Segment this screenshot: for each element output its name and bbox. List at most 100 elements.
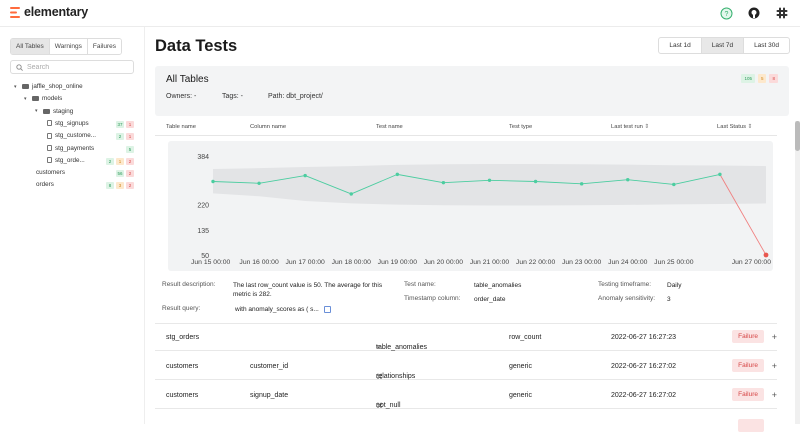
tree-item-badges: 37 1 — [116, 120, 134, 128]
x-tick-label: Jun 16 00:00 — [239, 259, 279, 266]
tab-all-tables[interactable]: All Tables — [11, 39, 50, 54]
brand-logo[interactable]: elementary — [10, 5, 88, 19]
sort-icon[interactable]: ⇕ — [645, 124, 650, 130]
expand-icon[interactable]: + — [772, 390, 777, 400]
col-table-name[interactable]: Table name — [166, 124, 196, 130]
x-tick-label: Jun 23 00:00 — [562, 259, 602, 266]
tree-item-badges: 21 — [116, 133, 134, 141]
anomaly-chart-svg: 50135220384Jun 15 00:00 Jun 16 00:00 Jun 1… — [191, 154, 771, 266]
col-test-type[interactable]: Test type — [509, 124, 532, 130]
copy-icon[interactable] — [323, 305, 331, 313]
col-column-name[interactable]: Column name — [250, 124, 286, 130]
sort-icon[interactable]: ⇕ — [748, 124, 753, 130]
cell-table-name: customers — [166, 363, 199, 370]
brand-name: elementary — [24, 5, 89, 19]
test-name-value: table_anomalies — [474, 282, 522, 289]
table-icon — [47, 132, 52, 139]
cell-test-type: generic — [509, 392, 532, 399]
sensitivity-label: Anomaly sensitivity: — [598, 295, 656, 302]
count-badge: 2 — [116, 133, 124, 141]
tree-item[interactable]: ▾ jaffle_shop_online — [0, 83, 145, 92]
chevron-down-icon[interactable]: ▾ — [24, 96, 29, 102]
count-badge: 5 — [126, 145, 134, 153]
table-row[interactable]: stg_orders ≡ table_anomalies row_count 20… — [155, 324, 777, 351]
sensitivity-value: 3 — [667, 296, 671, 303]
tree-item[interactable]: ▾ models — [0, 95, 145, 104]
slack-icon[interactable] — [774, 5, 790, 21]
scrollbar[interactable] — [795, 121, 800, 424]
tree-item-badges: 212 — [106, 157, 134, 165]
count-badge: 2 — [126, 157, 134, 165]
range-last-30d[interactable]: Last 30d — [744, 38, 789, 53]
cell-test-type: row_count — [509, 334, 542, 341]
scrollbar-thumb[interactable] — [795, 121, 800, 151]
expand-icon[interactable]: + — [772, 332, 777, 342]
range-last-7d[interactable]: Last 7d — [701, 38, 745, 53]
tab-warnings[interactable]: Warnings — [49, 39, 88, 54]
range-last-1d[interactable]: Last 1d — [659, 38, 702, 53]
tree-item[interactable]: stg_signups 37 1 — [0, 120, 145, 129]
cell-column-name: signup_date — [250, 392, 289, 399]
expected-range-band — [213, 164, 766, 206]
col-test-name[interactable]: Test name — [376, 124, 403, 130]
folder-icon — [32, 96, 39, 102]
tree-item[interactable]: ▾ staging — [0, 108, 145, 117]
status-badge: Failure — [732, 388, 764, 401]
x-tick-label: Jun 24 00:00 — [608, 259, 648, 266]
tree-item-label: customers — [36, 169, 66, 177]
tree-item[interactable]: stg_orde... 2 1 2 — [0, 157, 145, 166]
cell-table-name: stg_orders — [166, 334, 200, 341]
col-last-test-run[interactable]: Last test run ⇕ — [611, 124, 649, 130]
summary-owners: Owners: - — [166, 93, 197, 100]
tree-item-badges: 832 — [106, 182, 134, 190]
x-tick-label: Jun 21 00:00 — [470, 259, 510, 266]
result-description: The last row_count value is 50. The aver… — [233, 282, 383, 298]
tab-failures[interactable]: Failures — [87, 39, 122, 54]
chevron-down-icon[interactable]: ▾ — [14, 84, 19, 90]
chevron-down-icon[interactable]: ▾ — [35, 108, 40, 114]
timeframe-value: Daily — [667, 282, 682, 289]
sidebar-search — [10, 60, 134, 74]
data-point — [579, 182, 584, 186]
tree-item-label: stg_payments — [55, 144, 95, 152]
tree-item[interactable]: customers 56 2 — [0, 169, 145, 178]
count-badge: 2 — [106, 157, 114, 165]
tree-item[interactable]: stg_custome... 2 1 — [0, 132, 145, 141]
tree-item-badges: 56 2 — [116, 170, 134, 178]
data-point — [257, 181, 261, 185]
page-title: Data Tests — [155, 37, 238, 55]
count-badge: 8 — [106, 182, 114, 190]
help-icon[interactable]: ? — [718, 5, 734, 21]
tree-item-label: orders — [36, 181, 54, 189]
col-last-status[interactable]: Last Status ⇕ — [717, 124, 753, 130]
cell-test-type: generic — [509, 363, 532, 370]
x-tick-label: Jun 19 00:00 — [378, 259, 418, 266]
anomaly-point — [763, 252, 769, 258]
anomaly-chart: 50 135 220 384 Jun 15 00:00 Jun 16 00:00 Jun 1… — [168, 141, 773, 271]
expand-icon[interactable]: + — [772, 361, 777, 371]
table-row[interactable]: customers signup_date ⌘ not_null generic … — [155, 382, 777, 410]
x-tick-label: Jun 15 00:00 — [191, 259, 231, 266]
sidebar: All Tables Warnings Failures ▾jaffle_sho… — [0, 27, 145, 424]
warning-count-badge: 5 — [757, 74, 767, 83]
count-badge: 1 — [116, 157, 124, 165]
tree-item[interactable]: stg_payments 5 — [0, 145, 145, 154]
count-badge: 2 — [126, 182, 134, 190]
tree-item-label: stg_orde... — [55, 156, 85, 164]
count-badge: 37 — [116, 120, 124, 128]
x-tick-label: Jun 17 00:00 — [286, 259, 326, 266]
search-input[interactable] — [27, 63, 127, 71]
summary-card: All Tables Owners: - Tags: - Path: dbt_p… — [155, 66, 789, 116]
tree-item[interactable]: orders 8 3 2 — [0, 181, 145, 190]
data-point — [626, 178, 630, 182]
table-row[interactable]: customers customer_id ⌘ relationships gen… — [155, 353, 777, 381]
table-row-partial[interactable] — [155, 411, 777, 438]
count-badge: 1 — [126, 120, 134, 128]
cell-last-run: 2022-06-27 16:27:02 — [611, 392, 676, 399]
tree-item-label: stg_custome... — [55, 132, 96, 140]
summary-counts: 105 5 8 — [741, 74, 778, 83]
github-icon[interactable] — [746, 5, 762, 21]
result-description-label: Result description: — [162, 281, 216, 288]
data-point — [303, 173, 307, 178]
time-range-selector: Last 1d Last 7d Last 30d — [658, 37, 790, 54]
